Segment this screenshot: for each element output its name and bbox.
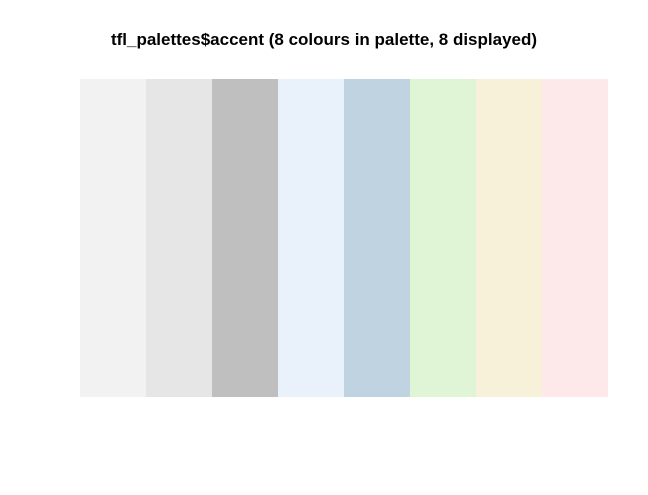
plot-title: tfl_palettes$accent (8 colours in palett… xyxy=(110,30,538,49)
colour-swatch-3 xyxy=(212,79,278,397)
colour-swatch-5 xyxy=(344,79,410,397)
colour-swatch-4 xyxy=(278,79,344,397)
colour-swatch-1 xyxy=(80,79,146,397)
palette-plot: tfl_palettes$accent (8 colours in palett… xyxy=(0,0,648,495)
palette-swatches xyxy=(80,79,608,397)
colour-swatch-7 xyxy=(476,79,542,397)
colour-swatch-2 xyxy=(146,79,212,397)
colour-swatch-6 xyxy=(410,79,476,397)
colour-swatch-8 xyxy=(542,79,608,397)
